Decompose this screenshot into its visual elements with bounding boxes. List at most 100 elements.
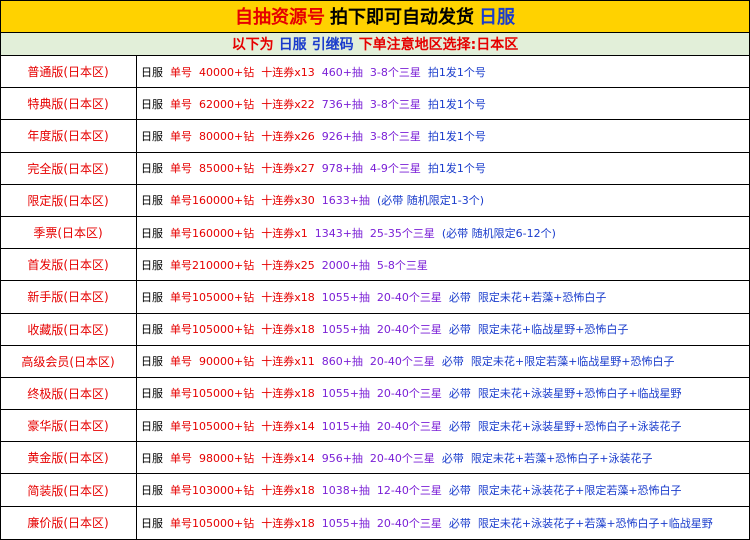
title-banner: 自抽资源号 拍下即可自动发货 日服 — [0, 0, 750, 33]
diamond-info: 单号105000+钻 十连券x18 — [170, 387, 315, 401]
title-delivery: 拍下即可自动发货 — [330, 7, 474, 28]
server-label: 日服 — [141, 419, 163, 433]
draw-info: 1055+抽 20-40个三星 — [321, 290, 442, 304]
draw-info: 860+抽 20-40个三星 — [321, 355, 435, 369]
extra-info: 拍1发1个号 — [427, 129, 486, 143]
extra-info: 必带 限定未花+临战星野+恐怖白子 — [448, 323, 629, 337]
table-row: 终极版(日本区) 日服 单号105000+钻 十连券x18 1055+抽 20-4… — [0, 377, 750, 411]
diamond-info: 单号 90000+钻 十连券x11 — [170, 355, 315, 369]
extra-info: (必带 随机限定6-12个) — [441, 226, 556, 240]
table-row: 简装版(日本区) 日服 单号103000+钻 十连券x18 1038+抽 12-4… — [0, 474, 750, 507]
edition-details: 日服 单号105000+钻 十连券x18 1055+抽 20-40个三星 必带 … — [137, 507, 750, 539]
server-label: 日服 — [141, 129, 163, 143]
edition-name: 新手版(日本区) — [0, 281, 137, 313]
edition-details: 日服 单号 85000+钻 十连券x27 978+抽 4-9个三星 拍1发1个号 — [137, 153, 750, 184]
table-row: 特典版(日本区) 日服 单号 62000+钻 十连券x22 736+抽 3-8个三… — [0, 88, 750, 121]
diamond-info: 单号103000+钻 十连券x18 — [170, 484, 315, 498]
server-label: 日服 — [141, 65, 163, 79]
table-row: 廉价版(日本区) 日服 单号105000+钻 十连券x18 1055+抽 20-4… — [0, 506, 750, 539]
server-label: 日服 — [141, 451, 163, 465]
edition-name: 年度版(日本区) — [0, 120, 137, 152]
server-label: 日服 — [141, 162, 163, 176]
extra-info: 必带 限定未花+泳装花子+若藻+恐怖白子+临战星野 — [448, 516, 713, 530]
edition-details: 日服 单号 90000+钻 十连券x11 860+抽 20-40个三星 必带 限… — [137, 346, 750, 377]
extra-info: 必带 限定未花+泳装星野+恐怖白子+临战星野 — [448, 387, 682, 401]
draw-info: 1015+抽 20-40个三星 — [321, 419, 442, 433]
diamond-info: 单号105000+钻 十连券x18 — [170, 290, 315, 304]
draw-info: 978+抽 4-9个三星 — [321, 162, 421, 176]
edition-details: 日服 单号 98000+钻 十连券x14 956+抽 20-40个三星 必带 限… — [137, 442, 750, 473]
draw-info: 1055+抽 20-40个三星 — [321, 387, 442, 401]
edition-details: 日服 单号105000+钻 十连券x18 1055+抽 20-40个三星 必带 … — [137, 281, 750, 312]
extra-info: (必带 随机限定1-3个) — [376, 194, 484, 208]
edition-name: 廉价版(日本区) — [0, 506, 137, 539]
edition-name: 完全版(日本区) — [0, 152, 137, 184]
diamond-info: 单号210000+钻 十连券x25 — [170, 258, 315, 272]
title-server: 日服 — [479, 7, 515, 28]
server-label: 日服 — [141, 516, 163, 530]
diamond-info: 单号160000+钻 十连券x1 — [170, 226, 308, 240]
edition-name: 首发版(日本区) — [0, 249, 137, 281]
table-row: 收藏版(日本区) 日服 单号105000+钻 十连券x18 1055+抽 20-4… — [0, 313, 750, 346]
edition-details: 日服 单号103000+钻 十连券x18 1038+抽 12-40个三星 必带 … — [137, 474, 750, 505]
table-row: 豪华版(日本区) 日服 单号105000+钻 十连券x14 1015+抽 20-4… — [0, 410, 750, 443]
extra-info: 必带 限定未花+若藻+恐怖白子 — [448, 290, 607, 304]
table-row: 高级会员(日本区) 日服 单号 90000+钻 十连券x11 860+抽 20-4… — [0, 345, 750, 378]
server-label: 日服 — [141, 97, 163, 111]
server-label: 日服 — [141, 226, 163, 240]
draw-info: 460+抽 3-8个三星 — [321, 65, 421, 79]
draw-info: 956+抽 20-40个三星 — [321, 451, 435, 465]
extra-info: 拍1发1个号 — [427, 162, 486, 176]
table-row: 季票(日本区) 日服 单号160000+钻 十连券x1 1343+抽 25-35个… — [0, 216, 750, 250]
diamond-info: 单号160000+钻 十连券x30 — [170, 194, 315, 208]
edition-name: 限定版(日本区) — [0, 184, 137, 216]
subtitle-notice: 下单注意地区选择:日本区 — [358, 37, 519, 53]
table-row: 限定版(日本区) 日服 单号160000+钻 十连券x30 1633+抽 (必带 … — [0, 184, 750, 217]
subtitle-intro: 以下为 — [231, 37, 274, 53]
diamond-info: 单号 62000+钻 十连券x22 — [170, 97, 315, 111]
edition-details: 日服 单号 80000+钻 十连券x26 926+抽 3-8个三星 拍1发1个号 — [137, 120, 750, 151]
draw-info: 1038+抽 12-40个三星 — [321, 484, 442, 498]
edition-name: 豪华版(日本区) — [0, 410, 137, 442]
diamond-info: 单号 80000+钻 十连券x26 — [170, 129, 315, 143]
draw-info: 926+抽 3-8个三星 — [321, 129, 421, 143]
server-label: 日服 — [141, 484, 163, 498]
diamond-info: 单号105000+钻 十连券x18 — [170, 323, 315, 337]
edition-name: 高级会员(日本区) — [0, 345, 137, 377]
extra-info: 必带 限定未花+泳装花子+限定若藻+恐怖白子 — [448, 484, 682, 498]
edition-details: 日服 单号105000+钻 十连券x18 1055+抽 20-40个三星 必带 … — [137, 314, 750, 345]
title-product: 自抽资源号 — [235, 7, 325, 28]
edition-name: 季票(日本区) — [0, 216, 137, 249]
draw-info: 1343+抽 25-35个三星 — [314, 226, 435, 240]
edition-name: 黄金版(日本区) — [0, 442, 137, 474]
edition-details: 日服 单号160000+钻 十连券x30 1633+抽 (必带 随机限定1-3个… — [137, 185, 750, 216]
table-row: 年度版(日本区) 日服 单号 80000+钻 十连券x26 926+抽 3-8个三… — [0, 120, 750, 153]
edition-name: 普通版(日本区) — [0, 56, 137, 88]
draw-info: 2000+抽 5-8个三星 — [321, 258, 428, 272]
server-label: 日服 — [141, 290, 163, 304]
table-row: 首发版(日本区) 日服 单号210000+钻 十连券x25 2000+抽 5-8个… — [0, 249, 750, 282]
draw-info: 736+抽 3-8个三星 — [321, 97, 421, 111]
extra-info: 拍1发1个号 — [427, 65, 486, 79]
edition-name: 简装版(日本区) — [0, 474, 137, 506]
table-row: 完全版(日本区) 日服 单号 85000+钻 十连券x27 978+抽 4-9个三… — [0, 152, 750, 185]
edition-details: 日服 单号 40000+钻 十连券x13 460+抽 3-8个三星 拍1发1个号 — [137, 56, 750, 87]
table-row: 新手版(日本区) 日服 单号105000+钻 十连券x18 1055+抽 20-4… — [0, 281, 750, 314]
edition-name: 终极版(日本区) — [0, 377, 137, 410]
edition-details: 日服 单号105000+钻 十连券x14 1015+抽 20-40个三星 必带 … — [137, 410, 750, 441]
server-label: 日服 — [141, 323, 163, 337]
diamond-info: 单号105000+钻 十连券x14 — [170, 419, 315, 433]
edition-details: 日服 单号210000+钻 十连券x25 2000+抽 5-8个三星 — [137, 249, 750, 280]
server-label: 日服 — [141, 258, 163, 272]
edition-name: 收藏版(日本区) — [0, 313, 137, 345]
extra-info: 必带 限定未花+若藻+恐怖白子+泳装花子 — [441, 451, 653, 465]
draw-info: 1633+抽 — [321, 194, 370, 208]
subtitle-server: 日服 — [278, 37, 307, 53]
diamond-info: 单号 40000+钻 十连券x13 — [170, 65, 315, 79]
diamond-info: 单号 98000+钻 十连券x14 — [170, 451, 315, 465]
edition-details: 日服 单号 62000+钻 十连券x22 736+抽 3-8个三星 拍1发1个号 — [137, 88, 750, 119]
product-table: 普通版(日本区) 日服 单号 40000+钻 十连券x13 460+抽 3-8个三… — [0, 56, 750, 539]
server-label: 日服 — [141, 194, 163, 208]
subtitle-code: 引继码 — [311, 37, 354, 53]
edition-details: 日服 单号160000+钻 十连券x1 1343+抽 25-35个三星 (必带 … — [137, 217, 750, 248]
